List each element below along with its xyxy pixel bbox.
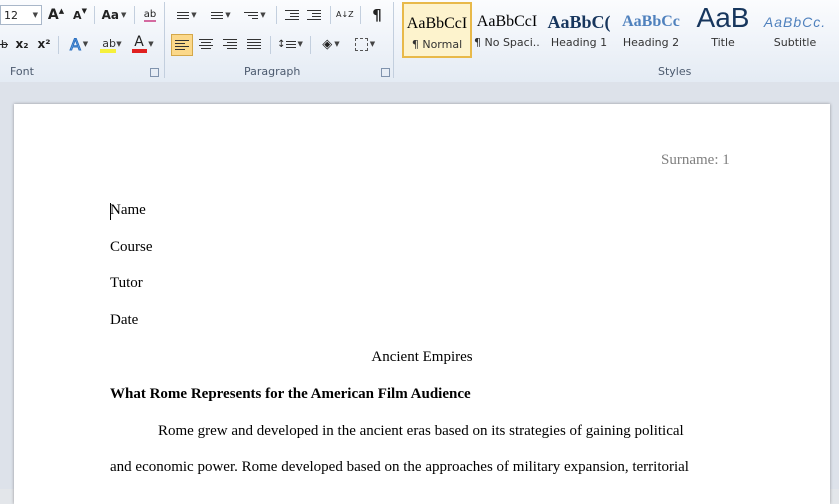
style-no-spacing[interactable]: AaBbCcI ¶ No Spaci... (474, 2, 540, 58)
shrink-font-button[interactable]: A ▼ (70, 5, 90, 25)
sort-icon: A↓Z (336, 10, 354, 19)
superscript-icon: x² (37, 37, 51, 51)
sort-button[interactable]: A↓Z (334, 5, 356, 25)
section-heading: What Rome Represents for the American Fi… (110, 386, 471, 402)
paragraph-dialog-launcher[interactable] (381, 68, 390, 77)
highlight-button[interactable]: ab ▼ (96, 34, 126, 54)
style-sample-text: AaB (696, 2, 750, 33)
style-name-label: Subtitle (773, 36, 817, 49)
page-header-surname: Surname: 1 (661, 152, 730, 168)
increase-indent-icon (307, 10, 321, 20)
style-normal[interactable]: AaBbCcI ¶ Normal (402, 2, 472, 58)
grow-font-icon: A (47, 7, 59, 23)
pilcrow-icon: ¶ (372, 6, 382, 24)
text-effects-icon: A (69, 34, 81, 54)
tutor-line: Tutor (110, 275, 143, 291)
bullets-icon (177, 11, 190, 19)
strikethrough-icon: abc (0, 37, 8, 51)
style-name-label: Heading 1 (550, 36, 608, 49)
style-heading-2[interactable]: AaBbCc Heading 2 (618, 2, 684, 58)
font-color-icon: A (132, 34, 148, 53)
body-paragraph-line-1: Rome grew and developed in the ancient e… (158, 423, 684, 439)
bullets-button[interactable]: ▼ (172, 5, 202, 25)
style-sample-text: AaBbCc (622, 13, 680, 30)
font-group-label: Font (10, 65, 34, 78)
line-spacing-icon: ↕ (277, 38, 286, 50)
style-heading-1[interactable]: AaBbC( Heading 1 (546, 2, 612, 58)
style-title[interactable]: AaB Title (690, 2, 756, 58)
style-name-label: Title (711, 36, 735, 49)
paragraph-group-label: Paragraph (244, 65, 301, 78)
shading-button[interactable]: ◈ ▼ (316, 34, 346, 54)
style-sample-text: AaBbCcI (406, 15, 468, 32)
align-right-button[interactable] (219, 34, 241, 54)
justify-icon (247, 39, 261, 49)
align-right-icon (223, 39, 237, 49)
style-sample-text: AaBbC( (547, 12, 611, 32)
decrease-indent-button[interactable] (282, 5, 302, 25)
align-center-icon (199, 39, 213, 49)
date-line: Date (110, 312, 139, 328)
decrease-indent-icon (285, 10, 299, 20)
course-line: Course (110, 239, 153, 255)
shrink-font-icon: A (73, 8, 82, 22)
paint-bucket-icon: ◈ (322, 36, 333, 52)
style-name-label: Heading 2 (622, 36, 680, 49)
numbering-button[interactable]: ▼ (206, 5, 236, 25)
numbering-icon (211, 11, 224, 19)
multilevel-list-icon (244, 11, 259, 19)
align-center-button[interactable] (195, 34, 217, 54)
justify-button[interactable] (243, 34, 265, 54)
text-effects-button[interactable]: A ▼ (64, 34, 94, 54)
superscript-button[interactable]: x² (34, 34, 54, 54)
align-left-icon (175, 40, 189, 50)
change-case-button[interactable]: Aa ▼ (100, 5, 128, 25)
eraser-icon: ab (143, 8, 157, 22)
highlight-color-swatch (100, 49, 117, 53)
borders-icon (354, 37, 368, 51)
ribbon: 12 ▼ A▲ A▼ Aa▼ ab abc x₂ x² A▼ (0, 0, 839, 83)
chevron-down-icon: ▼ (32, 11, 38, 19)
strikethrough-button[interactable]: abc (0, 34, 8, 54)
font-color-button[interactable]: A ▼ (128, 34, 158, 54)
grow-font-button[interactable]: A ▲ (46, 5, 66, 25)
clear-formatting-button[interactable]: ab (140, 5, 160, 25)
multilevel-list-button[interactable]: ▼ (240, 5, 270, 25)
style-sample-text: AaBbCc. (763, 14, 827, 30)
borders-button[interactable]: ▼ (350, 34, 380, 54)
increase-indent-button[interactable] (304, 5, 324, 25)
show-marks-button[interactable]: ¶ (366, 5, 388, 25)
document-page[interactable]: Surname: 1 Name Course Tutor Date Ancien… (14, 104, 830, 504)
body-paragraph-line-2: and economic power. Rome developed based… (110, 459, 689, 475)
subscript-button[interactable]: x₂ (12, 34, 32, 54)
styles-group-label: Styles (658, 65, 692, 78)
font-size-value: 12 (4, 8, 18, 22)
style-sample-text: AaBbCcI (476, 13, 538, 30)
font-size-box[interactable]: 12 ▼ (0, 5, 42, 25)
change-case-icon: Aa (101, 8, 119, 22)
highlighter-icon: ab (100, 37, 117, 53)
style-name-label: ¶ No Spaci... (474, 36, 540, 49)
subscript-icon: x₂ (15, 37, 29, 51)
document-title: Ancient Empires (371, 349, 473, 365)
student-name-line: Name (110, 202, 146, 218)
align-left-button[interactable] (171, 34, 193, 56)
font-dialog-launcher[interactable] (150, 68, 159, 77)
style-name-label: ¶ Normal (411, 38, 463, 51)
document-area: Surname: 1 Name Course Tutor Date Ancien… (0, 82, 839, 504)
style-subtitle[interactable]: AaBbCc. Subtitle (762, 2, 828, 58)
line-spacing-button[interactable]: ↕ ▼ (276, 34, 304, 54)
